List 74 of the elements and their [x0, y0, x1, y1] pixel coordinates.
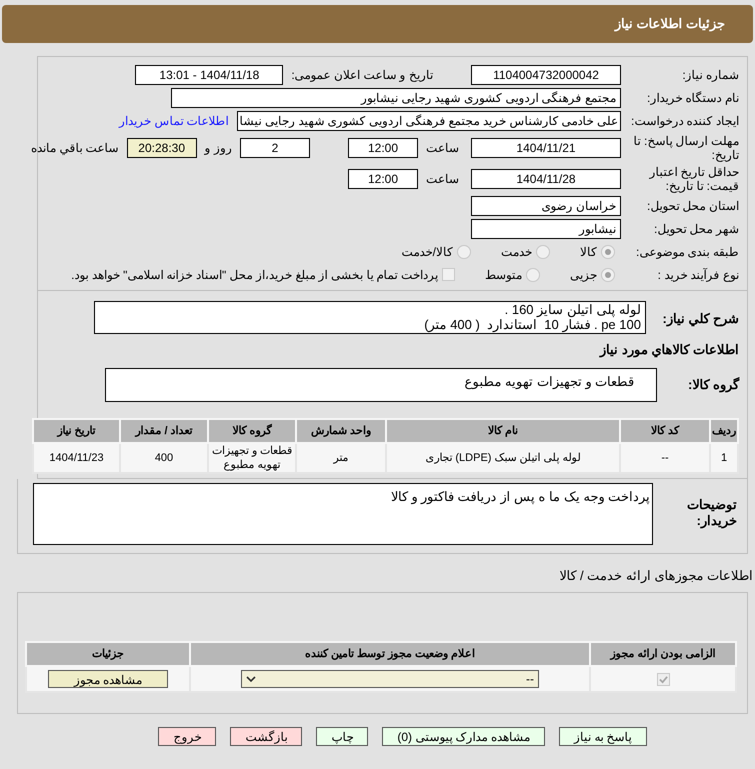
- radio-button[interactable]: [536, 244, 550, 258]
- text-field[interactable]: 12:00: [348, 168, 418, 188]
- field-label: استان محل تحویل:: [646, 198, 739, 212]
- text-field[interactable]: علی خادمی کارشناس خرید مجتمع فرهنگی اردویی کشوری شهید رجایی نیشا: [236, 110, 621, 130]
- field-label: خدمت: [501, 244, 532, 260]
- column-header: تعداد / مقدار: [120, 419, 208, 443]
- field-label: کالا/خدمت: [402, 244, 453, 260]
- radio-button[interactable]: [457, 244, 471, 258]
- chevron-down-icon: [246, 676, 256, 682]
- column-header: اعلام وضعیت مجوز توسط تامین کننده: [190, 642, 590, 666]
- table-cell: 1: [710, 443, 738, 473]
- buyer-contact-link[interactable]: اطلاعات تماس خریدار: [118, 112, 229, 130]
- field-label: نوع فرآیند خرید :: [658, 268, 739, 282]
- action-button[interactable]: مشاهده مدارک پیوستی (0): [382, 727, 546, 746]
- column-header: نام کالا: [386, 419, 620, 443]
- radio-button[interactable]: [601, 244, 615, 258]
- column-header: ردیف: [710, 419, 738, 443]
- field-label: نام دستگاه خریدار:: [646, 90, 739, 104]
- radio-button[interactable]: [601, 268, 615, 282]
- text-field[interactable]: 1404/11/21: [471, 138, 621, 158]
- text-field[interactable]: 1404/11/18 - 13:01: [135, 64, 284, 84]
- text-field[interactable]: 2: [240, 138, 310, 158]
- table-cell: --: [620, 443, 710, 473]
- field-label: مهلت ارسال پاسخ: تا تاریخ:: [632, 134, 739, 162]
- text-field[interactable]: 1104004732000042: [471, 64, 621, 84]
- field-label: پرداخت تمام یا بخشی از مبلغ خرید،از محل "اسناد خزانه اسلامی" خواهد بود.: [71, 266, 438, 284]
- field-label: توضیحات خریدار:: [686, 497, 737, 529]
- field-label: متوسط: [485, 266, 522, 284]
- column-header: جزئیات: [26, 642, 190, 666]
- column-header: واحد شمارش: [296, 419, 386, 443]
- goods-group-area[interactable]: قطعات و تجهیزات تهویه مطبوع: [105, 368, 657, 402]
- status-dropdown[interactable]: --: [241, 670, 539, 688]
- field-label: ایجاد کننده درخواست:: [630, 114, 739, 128]
- action-button[interactable]: بازگشت: [230, 727, 302, 746]
- text-field[interactable]: 12:00: [348, 138, 418, 158]
- text-field[interactable]: 1404/11/28: [471, 168, 621, 188]
- field-label: ساعت: [426, 140, 459, 156]
- radio-button[interactable]: [526, 268, 540, 282]
- field-label: شماره نیاز:: [682, 68, 739, 82]
- field-label: تاریخ و ساعت اعلان عمومی:: [291, 66, 433, 84]
- field-label: گروه کالا:: [688, 377, 739, 392]
- page-title: جزئیات اطلاعات نیاز: [614, 15, 725, 34]
- field-label: حداقل تاریخ اعتبار قیمت: تا تاریخ:: [648, 164, 739, 192]
- field-label: طبقه بندی موضوعی:: [636, 244, 739, 258]
- column-header: الزامی بودن ارائه مجوز: [590, 642, 736, 666]
- text-field[interactable]: نیشابور: [471, 218, 621, 238]
- table-cell: لوله پلی اتیلن سبک (LDPE) تجاری: [386, 443, 620, 473]
- section-heading: اطلاعات کالاهاي مورد نياز: [600, 342, 739, 357]
- view-permit-button[interactable]: مشاهده مجوز: [48, 670, 168, 688]
- field-label: جزیی: [570, 266, 597, 284]
- field-label: کالا: [580, 244, 597, 260]
- column-header: گروه کالا: [208, 419, 296, 443]
- field-label: ساعت: [426, 170, 459, 188]
- field-label: شرح کلي نياز:: [662, 311, 739, 326]
- action-button[interactable]: چاپ: [316, 727, 368, 746]
- section-heading: اطلاعات مجوزهای ارائه خدمت / کالا: [559, 568, 753, 583]
- action-button[interactable]: خروج: [158, 727, 216, 746]
- text-field[interactable]: خراسان رضوی: [471, 196, 621, 216]
- checkbox[interactable]: [442, 268, 455, 281]
- countdown-field[interactable]: 20:28:30: [126, 138, 197, 158]
- description-area[interactable]: لوله پلی اتیلن سایز 160 . 100 pe . فشار 10 استاندارد ( 400 متر): [94, 301, 646, 334]
- field-label: ساعت باقي مانده: [30, 140, 119, 156]
- checkbox[interactable]: [656, 672, 670, 686]
- table-cell: 400: [120, 443, 208, 473]
- table-cell: قطعات و تجهیزات تهویه مطبوع: [208, 443, 296, 473]
- column-header: تاریخ نیاز: [33, 419, 120, 443]
- column-header: کد کالا: [620, 419, 710, 443]
- buyer-notes-area[interactable]: پرداخت وجه یک ما ه پس از دریافت فاکتور و کالا: [33, 483, 653, 545]
- action-button[interactable]: پاسخ به نیاز: [559, 727, 647, 746]
- field-label: روز و: [204, 140, 232, 156]
- table-cell: 1404/11/23: [33, 443, 120, 473]
- text-field[interactable]: مجتمع فرهنگی اردویی کشوری شهید رجایی نیشابور: [171, 88, 621, 108]
- field-label: شهر محل تحویل:: [654, 222, 739, 236]
- table-cell: متر: [296, 443, 386, 473]
